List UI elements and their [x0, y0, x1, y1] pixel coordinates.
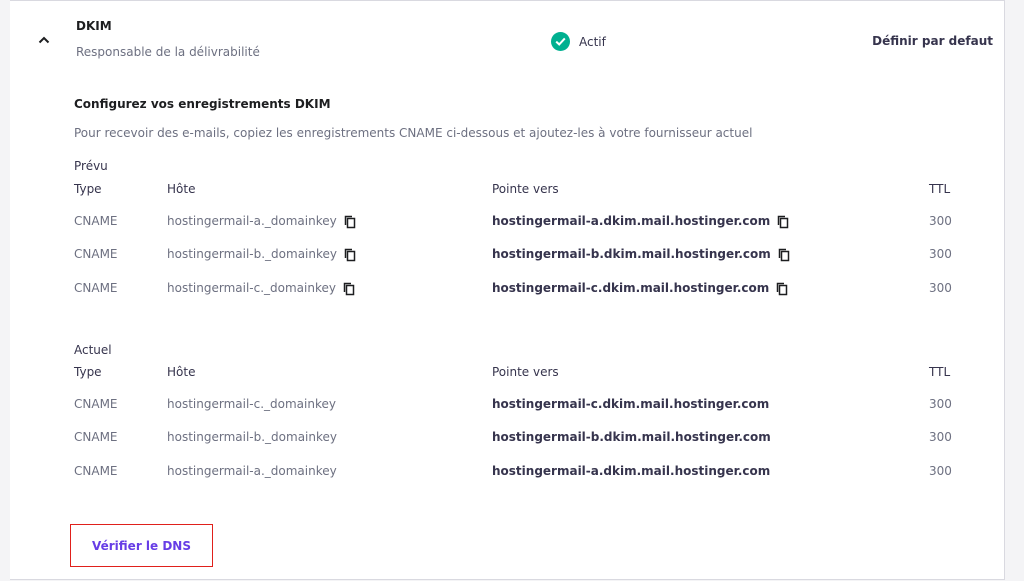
type-cell: CNAME: [74, 464, 118, 478]
host-value: hostingermail-b._domainkey: [167, 247, 337, 261]
section-description: Pour recevoir des e-mails, copiez les en…: [74, 126, 753, 140]
host-cell: hostingermail-b._domainkey: [167, 247, 357, 262]
column-header-ttl: TTL: [929, 182, 951, 196]
ttl-cell: 300: [929, 430, 952, 444]
host-cell: hostingermail-c._domainkey: [167, 397, 336, 411]
host-value: hostingermail-a._domainkey: [167, 214, 337, 228]
column-header-host: Hôte: [167, 182, 196, 196]
points-to-value: hostingermail-b.dkim.mail.hostinger.com: [492, 247, 771, 261]
host-cell: hostingermail-a._domainkey: [167, 464, 337, 478]
chevron-up-icon: [38, 36, 50, 44]
column-header-points-to: Pointe vers: [492, 182, 559, 196]
copy-icon[interactable]: [342, 282, 356, 296]
verify-dns-button[interactable]: Vérifier le DNS: [70, 524, 213, 567]
type-cell: CNAME: [74, 247, 118, 261]
column-header-host: Hôte: [167, 365, 196, 379]
column-header-ttl: TTL: [929, 365, 951, 379]
points-to-value: hostingermail-c.dkim.mail.hostinger.com: [492, 281, 770, 295]
type-cell: CNAME: [74, 214, 118, 228]
copy-icon[interactable]: [343, 248, 357, 262]
copy-icon[interactable]: [343, 215, 357, 229]
status-label: Actif: [579, 34, 606, 49]
page-background: DKIM Responsable de la délivrabilité Act…: [0, 0, 1024, 581]
ttl-cell: 300: [929, 247, 952, 261]
check-circle-icon: [551, 32, 570, 51]
copy-icon[interactable]: [776, 215, 790, 229]
ttl-cell: 300: [929, 281, 952, 295]
ttl-cell: 300: [929, 397, 952, 411]
section-title: Configurez vos enregistrements DKIM: [74, 97, 331, 111]
expected-label: Prévu: [74, 159, 108, 173]
dkim-card: DKIM Responsable de la délivrabilité Act…: [10, 0, 1005, 580]
record-subtitle: Responsable de la délivrabilité: [76, 45, 260, 59]
points-to-value: hostingermail-a.dkim.mail.hostinger.com: [492, 214, 771, 228]
ttl-cell: 300: [929, 214, 952, 228]
copy-icon[interactable]: [775, 282, 789, 296]
points-to-cell: hostingermail-a.dkim.mail.hostinger.com: [492, 464, 771, 478]
set-default-button[interactable]: Définir par defaut: [872, 34, 993, 48]
current-label: Actuel: [74, 343, 112, 357]
ttl-cell: 300: [929, 464, 952, 478]
type-cell: CNAME: [74, 281, 118, 295]
points-to-cell: hostingermail-c.dkim.mail.hostinger.com: [492, 397, 770, 411]
status-badge: Actif: [551, 32, 606, 51]
points-to-cell: hostingermail-b.dkim.mail.hostinger.com: [492, 430, 771, 444]
type-cell: CNAME: [74, 397, 118, 411]
points-to-cell: hostingermail-c.dkim.mail.hostinger.com: [492, 281, 789, 296]
points-to-cell: hostingermail-a.dkim.mail.hostinger.com: [492, 214, 790, 229]
column-header-points-to: Pointe vers: [492, 365, 559, 379]
host-cell: hostingermail-a._domainkey: [167, 214, 357, 229]
host-value: hostingermail-c._domainkey: [167, 281, 336, 295]
points-to-cell: hostingermail-b.dkim.mail.hostinger.com: [492, 247, 791, 262]
collapse-toggle[interactable]: [37, 33, 51, 47]
type-cell: CNAME: [74, 430, 118, 444]
column-header-type: Type: [74, 365, 102, 379]
host-cell: hostingermail-c._domainkey: [167, 281, 356, 296]
column-header-type: Type: [74, 182, 102, 196]
copy-icon[interactable]: [777, 248, 791, 262]
host-cell: hostingermail-b._domainkey: [167, 430, 337, 444]
record-title: DKIM: [76, 19, 112, 33]
